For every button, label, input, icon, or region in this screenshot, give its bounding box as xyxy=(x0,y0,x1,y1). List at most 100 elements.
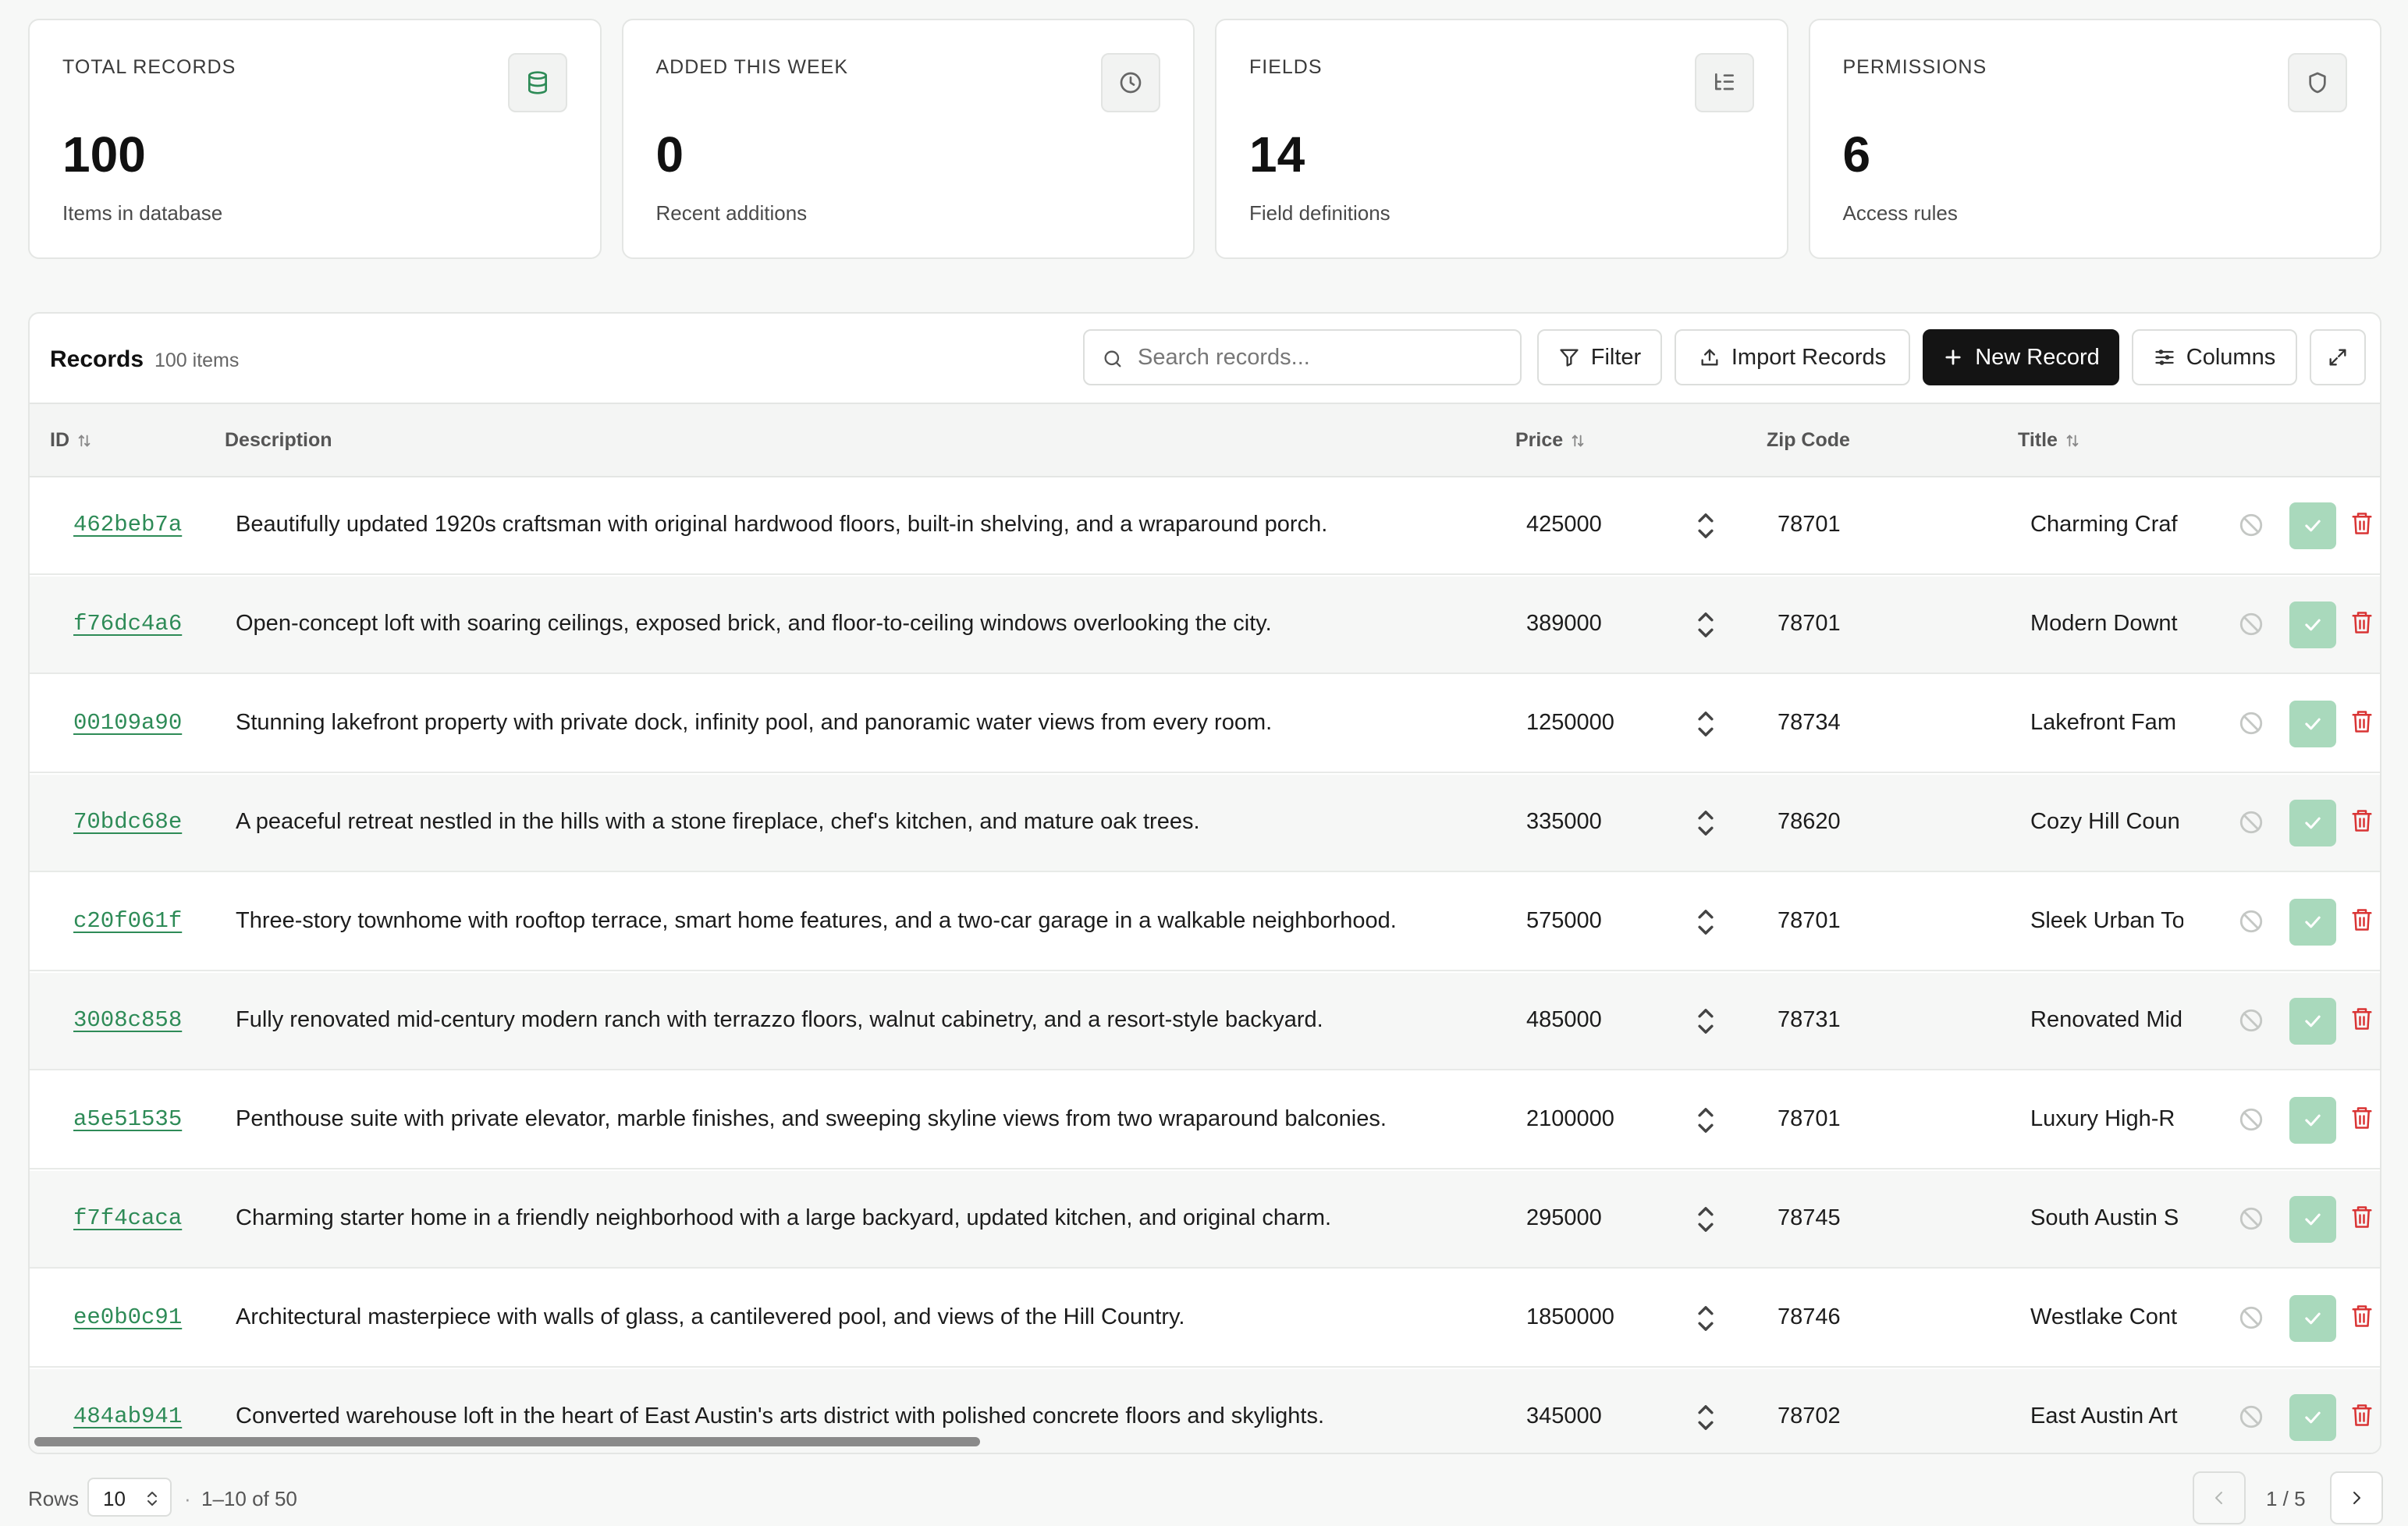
ban-icon[interactable] xyxy=(2238,512,2264,538)
record-id-link[interactable]: 00109a90 xyxy=(73,710,182,736)
record-price[interactable]: 1250000 xyxy=(1526,710,1614,736)
record-id-link[interactable]: 484ab941 xyxy=(73,1404,182,1429)
table-row[interactable]: 00109a90 Stunning lakefront property wit… xyxy=(30,676,2380,773)
price-stepper-icon[interactable] xyxy=(1690,1202,1721,1237)
approve-button[interactable] xyxy=(2289,800,2336,846)
approve-button[interactable] xyxy=(2289,502,2336,549)
search-input[interactable] xyxy=(1138,340,1504,374)
price-stepper-icon[interactable] xyxy=(1690,1103,1721,1137)
trash-icon[interactable] xyxy=(2350,609,2374,636)
record-price[interactable]: 335000 xyxy=(1526,809,1602,835)
record-id-link[interactable]: c20f061f xyxy=(73,908,182,934)
rows-per-page-select[interactable]: 10 xyxy=(87,1478,172,1517)
record-id-link[interactable]: 462beb7a xyxy=(73,512,182,538)
table-row[interactable]: c20f061f Three-story townhome with rooft… xyxy=(30,874,2380,971)
ban-icon[interactable] xyxy=(2238,1404,2264,1430)
table-row[interactable]: 462beb7a Beautifully updated 1920s craft… xyxy=(30,477,2380,575)
price-stepper-icon[interactable] xyxy=(1690,608,1721,642)
ban-icon[interactable] xyxy=(2238,611,2264,637)
price-stepper-icon[interactable] xyxy=(1690,707,1721,741)
table-row[interactable]: a5e51535 Penthouse suite with private el… xyxy=(30,1072,2380,1169)
trash-icon[interactable] xyxy=(2350,1204,2374,1230)
approve-button[interactable] xyxy=(2289,701,2336,747)
price-stepper-icon[interactable] xyxy=(1690,509,1721,543)
trash-icon[interactable] xyxy=(2350,907,2374,933)
approve-button[interactable] xyxy=(2289,1394,2336,1441)
record-price[interactable]: 295000 xyxy=(1526,1205,1602,1231)
price-stepper-icon[interactable] xyxy=(1690,1301,1721,1336)
record-description: Beautifully updated 1920s craftsman with… xyxy=(236,512,1328,537)
trash-icon[interactable] xyxy=(2350,1402,2374,1428)
record-id-link[interactable]: a5e51535 xyxy=(73,1106,182,1132)
approve-button[interactable] xyxy=(2289,1097,2336,1144)
record-id-link[interactable]: 70bdc68e xyxy=(73,809,182,835)
ban-icon[interactable] xyxy=(2238,1304,2264,1331)
price-stepper-icon[interactable] xyxy=(1690,1400,1721,1435)
row-actions xyxy=(2183,775,2380,871)
ban-icon[interactable] xyxy=(2238,1106,2264,1133)
record-id-link[interactable]: 3008c858 xyxy=(73,1007,182,1033)
record-price[interactable]: 345000 xyxy=(1526,1404,1602,1429)
check-icon xyxy=(2305,817,2321,829)
trash-icon[interactable] xyxy=(2350,807,2374,834)
table-row[interactable]: f76dc4a6 Open-concept loft with soaring … xyxy=(30,577,2380,674)
record-description: Penthouse suite with private elevator, m… xyxy=(236,1106,1387,1131)
ban-icon[interactable] xyxy=(2238,809,2264,836)
approve-button[interactable] xyxy=(2289,1295,2336,1342)
search-box[interactable] xyxy=(1083,329,1522,385)
record-price[interactable]: 485000 xyxy=(1526,1007,1602,1033)
record-id-link[interactable]: ee0b0c91 xyxy=(73,1304,182,1330)
trash-icon[interactable] xyxy=(2350,510,2374,537)
previous-page-button[interactable] xyxy=(2193,1471,2246,1524)
approve-button[interactable] xyxy=(2289,1196,2336,1243)
trash-icon[interactable] xyxy=(2350,1006,2374,1032)
table-row[interactable]: ee0b0c91 Architectural masterpiece with … xyxy=(30,1270,2380,1368)
record-description: Open-concept loft with soaring ceilings,… xyxy=(236,611,1272,636)
column-header-description[interactable]: Description xyxy=(225,429,332,452)
approve-button[interactable] xyxy=(2289,899,2336,946)
columns-button[interactable]: Columns xyxy=(2132,329,2297,385)
record-description: Fully renovated mid-century modern ranch… xyxy=(236,1007,1323,1032)
record-id-link[interactable]: f76dc4a6 xyxy=(73,611,182,637)
record-price[interactable]: 575000 xyxy=(1526,908,1602,934)
table-row[interactable]: 3008c858 Fully renovated mid-century mod… xyxy=(30,973,2380,1070)
record-id-link[interactable]: f7f4caca xyxy=(73,1205,182,1231)
trash-icon[interactable] xyxy=(2350,1105,2374,1131)
record-price[interactable]: 425000 xyxy=(1526,512,1602,538)
table-row[interactable]: 70bdc68e A peaceful retreat nestled in t… xyxy=(30,775,2380,872)
sort-icon xyxy=(78,434,91,447)
expand-button[interactable] xyxy=(2310,329,2366,385)
new-record-button[interactable]: New Record xyxy=(1923,329,2119,385)
column-header-zip-code[interactable]: Zip Code xyxy=(1767,429,1850,452)
column-header-id[interactable]: ID xyxy=(50,429,93,452)
table-row[interactable]: f7f4caca Charming starter home in a frie… xyxy=(30,1171,2380,1269)
horizontal-scrollbar[interactable] xyxy=(34,1437,980,1446)
ban-icon[interactable] xyxy=(2238,908,2264,935)
record-price[interactable]: 1850000 xyxy=(1526,1304,1614,1330)
next-page-button[interactable] xyxy=(2330,1471,2383,1524)
record-description: A peaceful retreat nestled in the hills … xyxy=(236,809,1200,834)
approve-button[interactable] xyxy=(2289,998,2336,1045)
records-count: 100 items xyxy=(154,350,240,371)
approve-button[interactable] xyxy=(2289,602,2336,648)
check-icon xyxy=(2305,619,2321,631)
clock-icon xyxy=(1101,53,1160,112)
ban-icon[interactable] xyxy=(2238,1205,2264,1232)
stat-label: FIELDS xyxy=(1249,56,1323,78)
row-actions xyxy=(2183,676,2380,772)
record-price[interactable]: 389000 xyxy=(1526,611,1602,637)
stat-label: TOTAL RECORDS xyxy=(62,56,236,78)
trash-icon[interactable] xyxy=(2350,708,2374,735)
price-stepper-icon[interactable] xyxy=(1690,806,1721,840)
price-stepper-icon[interactable] xyxy=(1690,1004,1721,1038)
record-price[interactable]: 2100000 xyxy=(1526,1106,1614,1132)
records-title: Records xyxy=(50,346,144,372)
filter-button[interactable]: Filter xyxy=(1537,329,1662,385)
import-records-button[interactable]: Import Records xyxy=(1675,329,1910,385)
trash-icon[interactable] xyxy=(2350,1303,2374,1329)
ban-icon[interactable] xyxy=(2238,710,2264,736)
column-header-price[interactable]: Price xyxy=(1515,429,1586,452)
price-stepper-icon[interactable] xyxy=(1690,905,1721,939)
ban-icon[interactable] xyxy=(2238,1007,2264,1034)
column-header-title[interactable]: Title xyxy=(2018,429,2081,452)
